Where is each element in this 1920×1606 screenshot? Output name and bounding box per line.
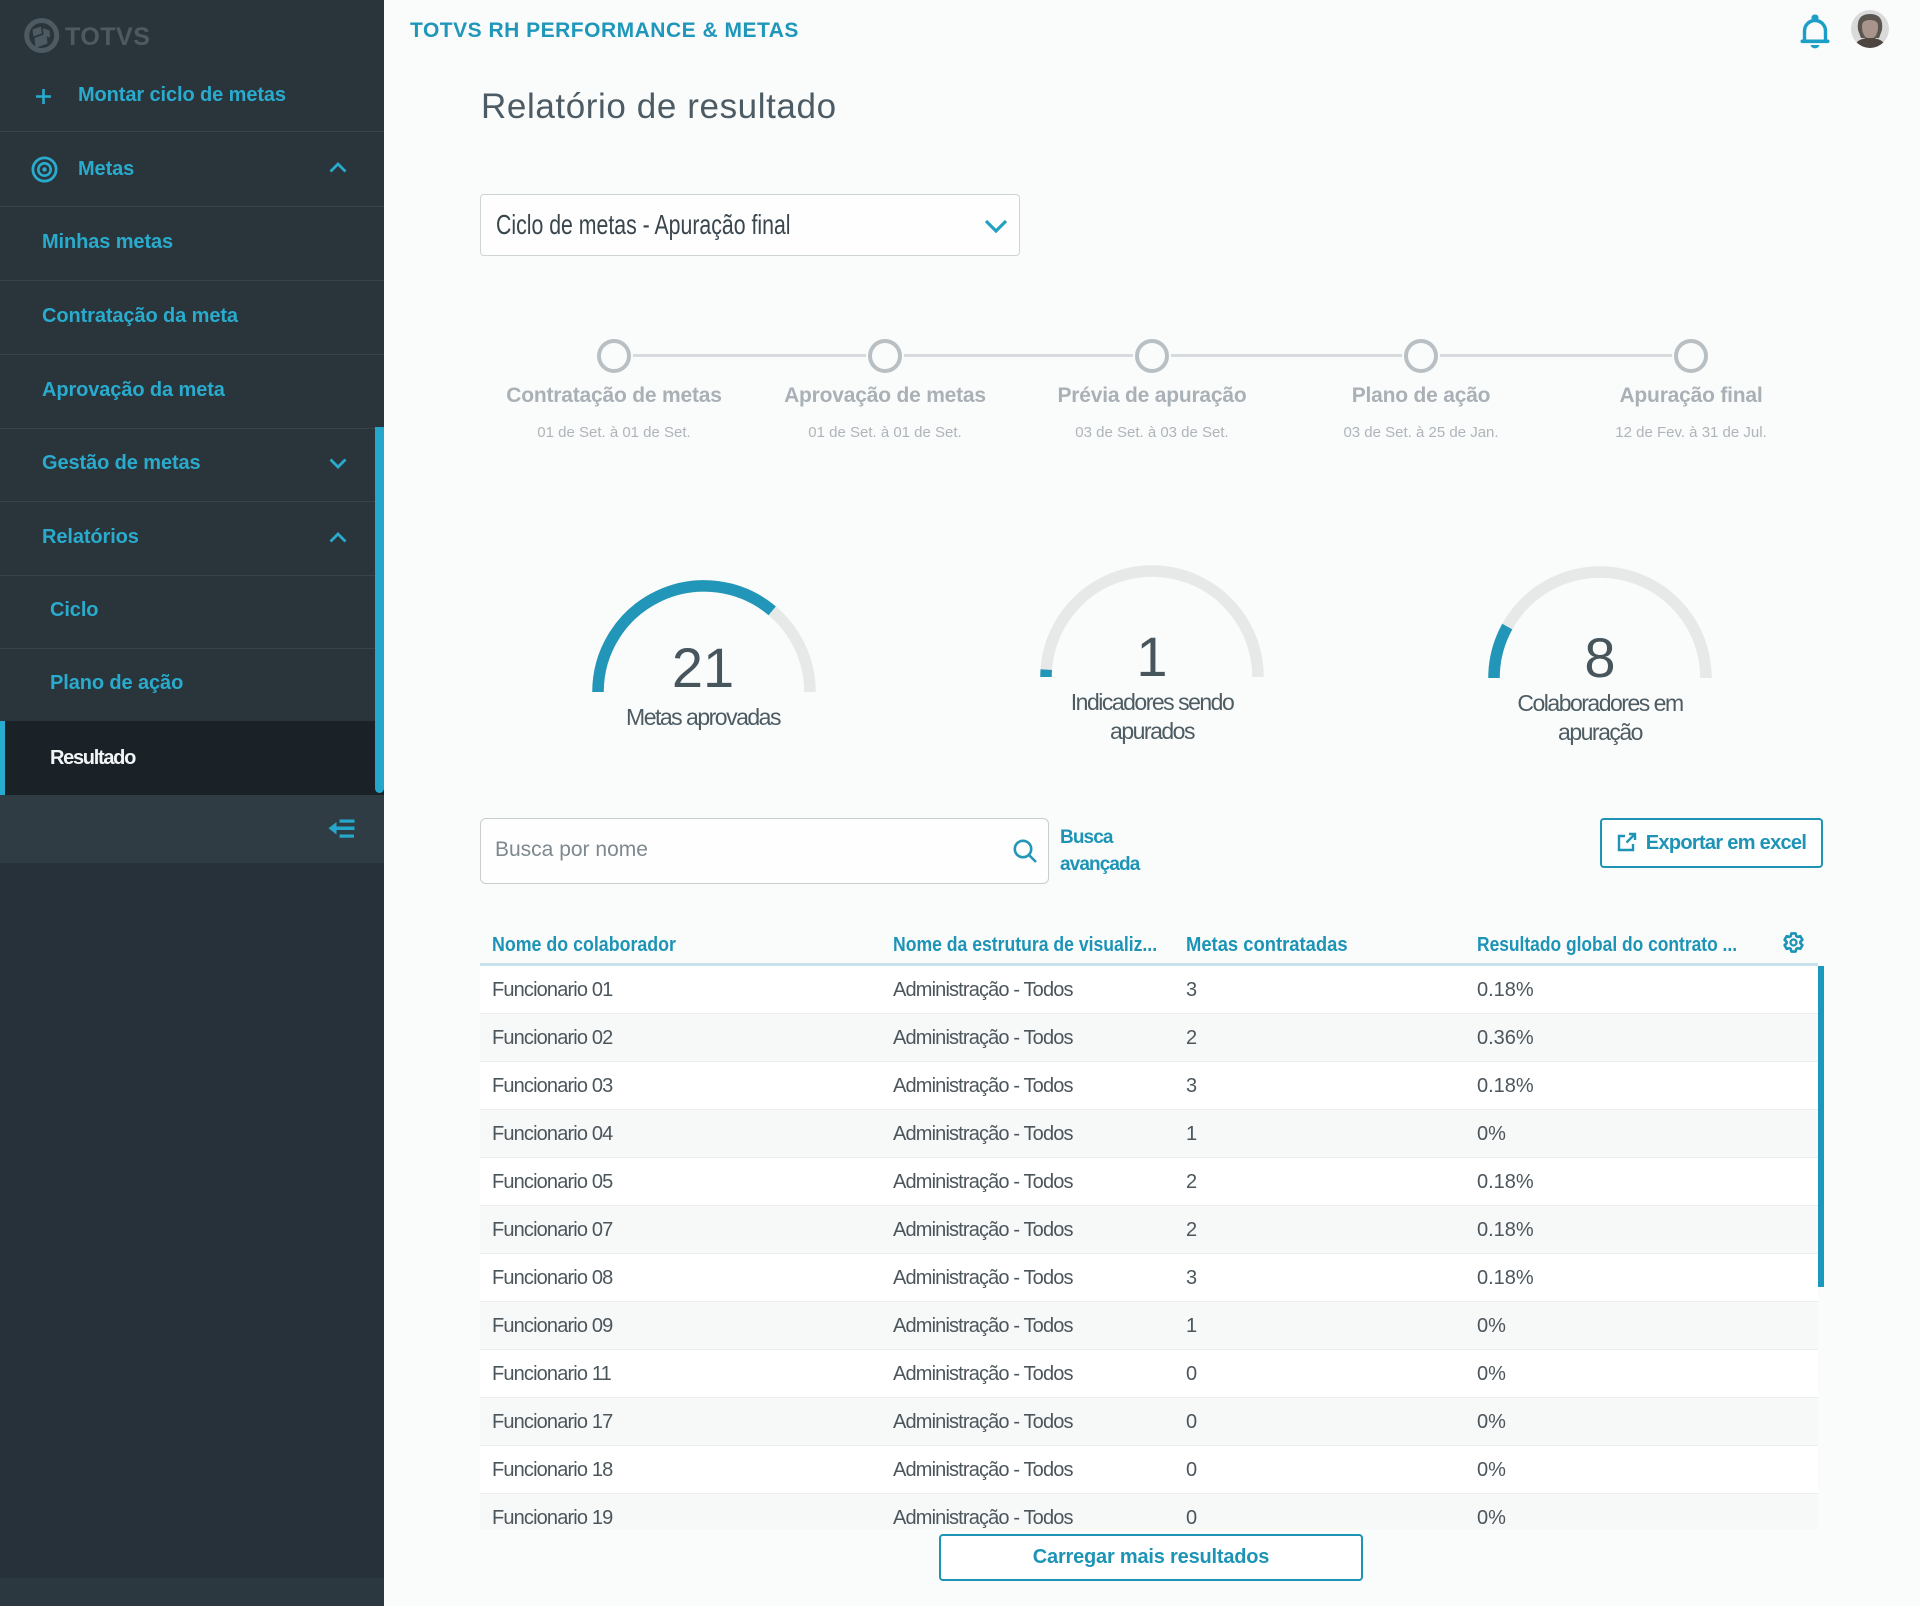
svg-text:TOTVS: TOTVS — [65, 23, 150, 51]
